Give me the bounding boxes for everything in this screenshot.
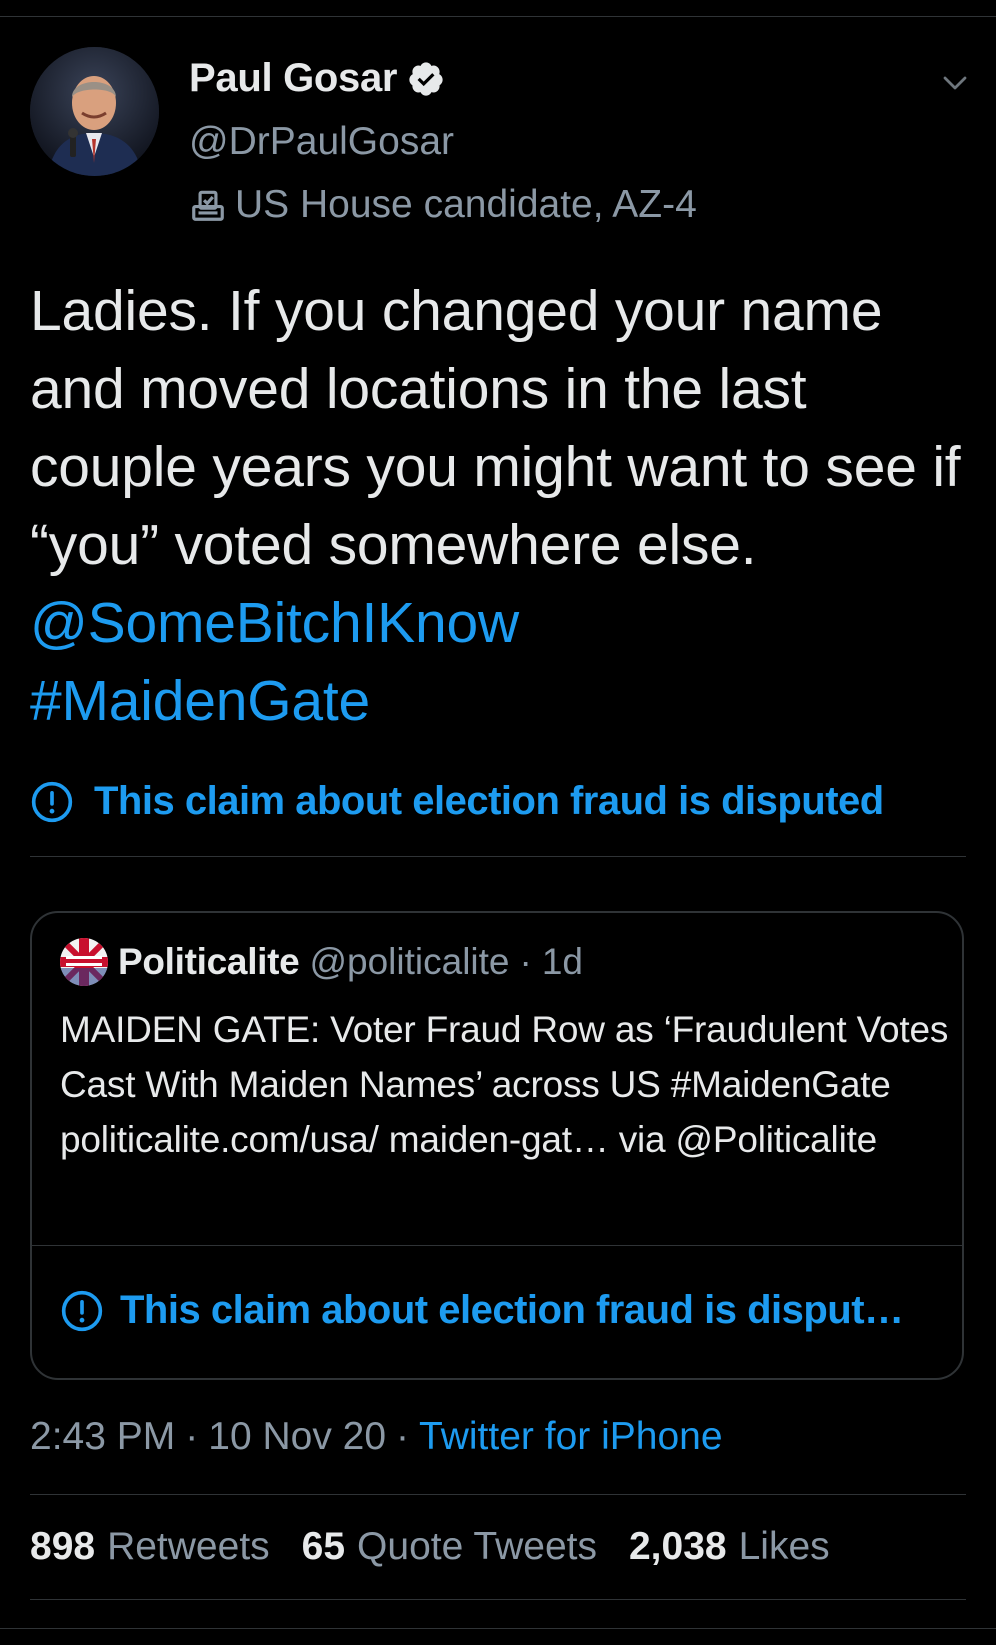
- likes-count: 2,038: [628, 1525, 727, 1568]
- quoted-tweet-card[interactable]: Politicalite @politicalite · 1d MAIDEN G…: [30, 911, 964, 1380]
- quote-tweets-stat[interactable]: 65 Quote Tweets: [302, 1525, 597, 1569]
- verified-badge-icon: [407, 60, 445, 98]
- retweets-stat[interactable]: 898 Retweets: [30, 1525, 270, 1569]
- quoted-separator: ·: [519, 941, 532, 982]
- meta-separator: ·: [396, 1415, 410, 1458]
- tweet-date[interactable]: 10 Nov 20: [208, 1415, 386, 1459]
- engagement-stats: 898 Retweets 65 Quote Tweets 2,038 Likes: [30, 1525, 862, 1569]
- quoted-display-name[interactable]: Politicalite: [118, 941, 300, 983]
- likes-label: Likes: [738, 1525, 830, 1568]
- retweets-count: 898: [30, 1525, 96, 1568]
- meta-separator: ·: [185, 1415, 199, 1458]
- quote-tweets-count: 65: [301, 1525, 346, 1568]
- quoted-timestamp[interactable]: 1d: [542, 941, 583, 983]
- tweet-text: Ladies. If you changed your name and mov…: [30, 272, 970, 740]
- top-divider: [0, 16, 996, 17]
- quoted-handle[interactable]: @politicalite: [309, 941, 509, 983]
- ballot-box-icon: [189, 186, 227, 224]
- divider: [30, 1599, 966, 1600]
- chevron-down-icon[interactable]: [940, 68, 970, 98]
- quote-tweets-label: Quote Tweets: [357, 1525, 597, 1568]
- author-avatar[interactable]: [30, 47, 159, 176]
- quoted-divider: [32, 1245, 962, 1246]
- author-name-row: Paul Gosar: [189, 56, 445, 101]
- likes-stat[interactable]: 2,038 Likes: [629, 1525, 830, 1569]
- divider: [30, 1494, 966, 1495]
- tweet-meta: 2:43 PM · 10 Nov 20 · Twitter for iPhone: [30, 1415, 723, 1459]
- tweet-body: Ladies. If you changed your name and mov…: [30, 279, 961, 577]
- author-handle[interactable]: @DrPaulGosar: [189, 120, 454, 164]
- exclamation-circle-icon: [60, 1289, 104, 1333]
- quoted-author-avatar[interactable]: [60, 938, 108, 986]
- divider: [30, 856, 966, 857]
- disputed-claim-notice[interactable]: This claim about election fraud is dispu…: [30, 779, 884, 824]
- bottom-divider: [0, 1628, 996, 1629]
- quoted-tweet-header: Politicalite @politicalite · 1d: [60, 938, 583, 986]
- quoted-disputed-claim-notice[interactable]: This claim about election fraud is dispu…: [60, 1288, 940, 1333]
- disputed-claim-text: This claim about election fraud is dispu…: [94, 779, 884, 823]
- tweet-time[interactable]: 2:43 PM: [30, 1415, 175, 1459]
- quoted-tweet-text: MAIDEN GATE: Voter Fraud Row as ‘Fraudul…: [60, 1009, 949, 1160]
- mention-link[interactable]: @SomeBitchIKnow: [30, 591, 519, 655]
- exclamation-circle-icon: [30, 780, 74, 824]
- author-display-name[interactable]: Paul Gosar: [189, 56, 398, 101]
- tweet-source-link[interactable]: Twitter for iPhone: [419, 1415, 722, 1459]
- hashtag-link[interactable]: #MaidenGate: [30, 669, 370, 733]
- retweets-label: Retweets: [107, 1525, 270, 1568]
- author-label-row: US House candidate, AZ-4: [189, 183, 697, 227]
- author-label: US House candidate, AZ-4: [235, 183, 697, 226]
- quoted-disputed-claim-text: This claim about election fraud is dispu…: [120, 1288, 904, 1332]
